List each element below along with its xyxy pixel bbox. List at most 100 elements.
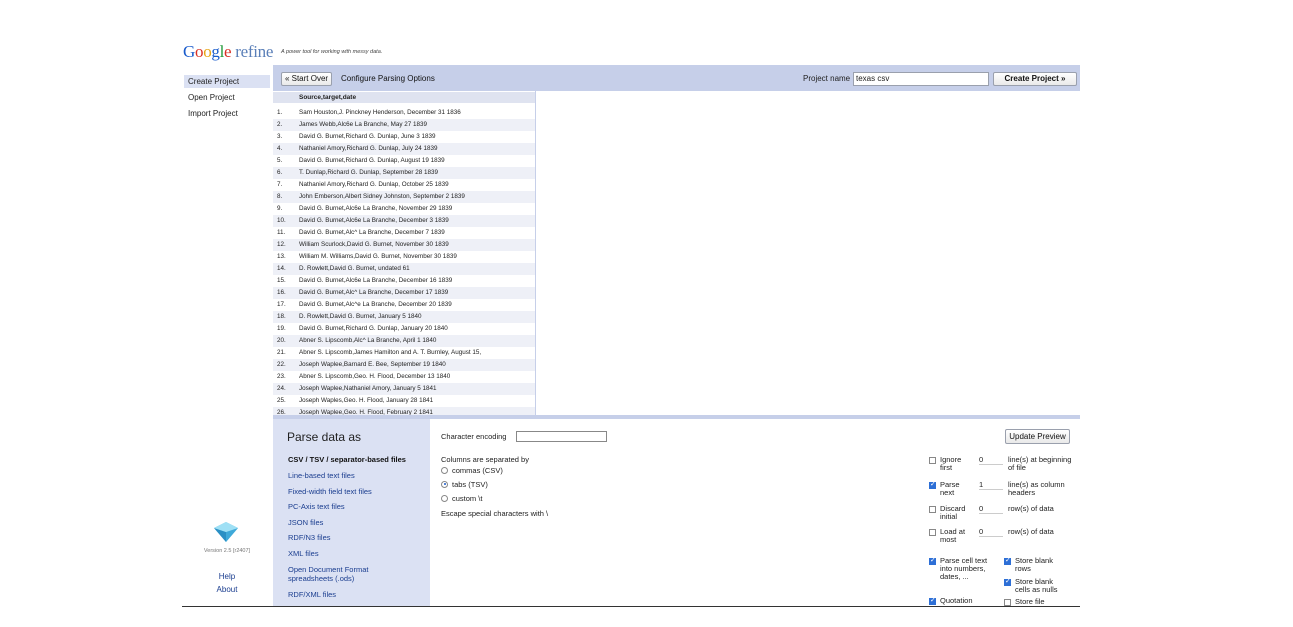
row-cell: D. Rowlett,David G. Burnet, January 5 18…	[299, 313, 422, 320]
table-row: 6. T. Dunlap,Richard G. Dunlap, September…	[273, 167, 535, 179]
nav-create-project[interactable]: Create Project	[184, 75, 270, 88]
character-encoding-input[interactable]	[516, 431, 607, 442]
checkbox-ignore[interactable]	[929, 457, 936, 464]
discard-rows-input[interactable]: 0	[979, 505, 1003, 514]
row-number: 15.	[277, 277, 286, 284]
row-number: 1.	[277, 109, 283, 116]
row-cell: Joseph Waplee,Nathaniel Amory, January 5…	[299, 385, 437, 392]
row-number: 14.	[277, 265, 286, 272]
checkbox-parse-next[interactable]	[929, 480, 936, 490]
table-row: 7. Nathaniel Amory,Richard G. Dunlap, Oct…	[273, 179, 535, 191]
option-load-at-most-suffix: row(s) of data	[1008, 527, 1054, 536]
header-lines-input[interactable]: 1	[979, 481, 1003, 490]
row-number: 11.	[277, 229, 286, 236]
table-row: 3. David G. Burnet,Richard G. Dunlap, Jun…	[273, 131, 535, 143]
radio-tabs[interactable]	[441, 480, 448, 488]
format-csv-tsv[interactable]: CSV / TSV / separator-based files	[288, 455, 406, 464]
format-pc-axis[interactable]: PC-Axis text files	[288, 502, 345, 511]
option-store-blank-rows-label: Store blank rows	[1015, 556, 1053, 573]
checkbox-parse-cell-text[interactable]	[929, 556, 936, 566]
option-ignore-checkbox[interactable]	[929, 456, 936, 465]
checkbox-load-at-most[interactable]	[929, 529, 936, 536]
row-cell: James Webb,Alc6e La Branche, May 27 1839	[299, 121, 427, 128]
row-number: 13.	[277, 253, 286, 260]
row-cell: David G. Burnet,Alc^ La Branche, Decembe…	[299, 289, 449, 296]
help-link[interactable]: Help	[184, 572, 270, 581]
nav-import-project[interactable]: Import Project	[184, 107, 270, 120]
character-encoding-label: Character encoding	[441, 432, 507, 441]
option-load-at-most-checkbox[interactable]	[929, 528, 936, 537]
row-cell: Abner S. Lipscomb,Geo. H. Flood, Decembe…	[299, 373, 451, 380]
row-number: 6.	[277, 169, 283, 176]
format-json[interactable]: JSON files	[288, 518, 323, 527]
about-link[interactable]: About	[184, 585, 270, 594]
row-cell: David G. Burnet,Alc^ La Branche, Decembe…	[299, 229, 445, 236]
checkbox-discard[interactable]	[929, 506, 936, 513]
load-rows-input[interactable]: 0	[979, 528, 1003, 537]
separator-tabs-option[interactable]: tabs (TSV)	[441, 480, 488, 490]
format-ods[interactable]: Open Document Format spreadsheets (.ods)	[288, 565, 408, 583]
project-name-input[interactable]: texas csv	[853, 72, 989, 86]
format-line-based[interactable]: Line-based text files	[288, 471, 355, 480]
row-cell: David G. Burnet,Richard G. Dunlap, Augus…	[299, 157, 445, 164]
option-store-blank-cells-label: Store blank cells as nulls	[1015, 577, 1058, 594]
checkbox-store-file[interactable]	[1004, 599, 1011, 606]
row-number: 16.	[277, 289, 286, 296]
row-number: 12.	[277, 241, 286, 248]
option-quotation-checkbox[interactable]	[929, 596, 936, 606]
option-quotation-label: Quotation	[940, 597, 973, 605]
separator-commas-option[interactable]: commas (CSV)	[441, 466, 503, 476]
row-number: 9.	[277, 205, 283, 212]
table-row: 24. Joseph Waplee,Nathaniel Amory, Januar…	[273, 383, 535, 395]
checkbox-quotation[interactable]	[929, 596, 936, 606]
configure-parsing-options-tab[interactable]: Configure Parsing Options	[341, 72, 435, 86]
table-row: 23. Abner S. Lipscomb,Geo. H. Flood, Dece…	[273, 371, 535, 383]
table-row: 21. Abner S. Lipscomb,James Hamilton and …	[273, 347, 535, 359]
separator-custom-label: custom \t	[452, 494, 483, 503]
nav-open-project[interactable]: Open Project	[184, 91, 270, 104]
row-cell: David G. Burnet,Alc^e La Branche, Decemb…	[299, 301, 452, 308]
separator-custom-option[interactable]: custom \t	[441, 494, 482, 504]
row-cell: David G. Burnet,Alc6e La Branche, Decemb…	[299, 277, 453, 284]
table-row: 4. Nathaniel Amory,Richard G. Dunlap, Jul…	[273, 143, 535, 155]
radio-custom[interactable]	[441, 494, 448, 502]
table-row: 22. Joseph Waplee,Barnard E. Bee, Septemb…	[273, 359, 535, 371]
checkbox-store-blank-rows[interactable]	[1004, 556, 1011, 566]
option-parse-next-checkbox[interactable]	[929, 480, 936, 490]
option-store-file-checkbox[interactable]	[1004, 598, 1011, 606]
format-rdf-xml[interactable]: RDF/XML files	[288, 590, 336, 599]
create-project-button[interactable]: Create Project »	[993, 72, 1077, 86]
project-name-label: Project name	[803, 74, 851, 83]
separator-label: Columns are separated by	[441, 455, 529, 464]
format-rdf-n3[interactable]: RDF/N3 files	[288, 533, 331, 542]
option-parse-next-suffix: line(s) as column headers	[1008, 480, 1065, 497]
row-cell: Nathaniel Amory,Richard G. Dunlap, Octob…	[299, 181, 449, 188]
option-discard-suffix: row(s) of data	[1008, 504, 1054, 513]
row-cell: John Emberson,Albert Sidney Johnston, Se…	[299, 193, 465, 200]
table-row: 9. David G. Burnet,Alc6e La Branche, Nove…	[273, 203, 535, 215]
update-preview-button[interactable]: Update Preview	[1005, 429, 1070, 444]
row-cell: T. Dunlap,Richard G. Dunlap, September 2…	[299, 169, 438, 176]
option-store-blank-cells-checkbox[interactable]	[1004, 577, 1011, 587]
checkbox-store-blank-cells[interactable]	[1004, 577, 1011, 587]
separator-tabs-label: tabs (TSV)	[452, 480, 488, 489]
separator-commas-label: commas (CSV)	[452, 466, 503, 475]
option-store-blank-rows-checkbox[interactable]	[1004, 556, 1011, 566]
preview-column-header: Source,target,date	[273, 92, 535, 103]
radio-commas[interactable]	[441, 466, 448, 474]
format-fixed-width[interactable]: Fixed-width field text files	[288, 487, 372, 496]
row-number: 17.	[277, 301, 286, 308]
option-ignore-suffix: line(s) at beginning of file	[1008, 455, 1072, 472]
row-number: 7.	[277, 181, 283, 188]
ignore-lines-input[interactable]: 0	[979, 456, 1003, 465]
start-over-button[interactable]: « Start Over	[281, 72, 332, 86]
row-number: 23.	[277, 373, 286, 380]
table-row: 18. D. Rowlett,David G. Burnet, January 5…	[273, 311, 535, 323]
row-cell: Abner S. Lipscomb,James Hamilton and A. …	[299, 349, 482, 356]
row-number: 5.	[277, 157, 283, 164]
format-xml[interactable]: XML files	[288, 549, 319, 558]
option-parse-cell-text-checkbox[interactable]	[929, 556, 936, 566]
row-cell: David G. Burnet,Richard G. Dunlap, June …	[299, 133, 436, 140]
logo-google-text: Google	[183, 42, 232, 61]
option-discard-checkbox[interactable]	[929, 505, 936, 514]
